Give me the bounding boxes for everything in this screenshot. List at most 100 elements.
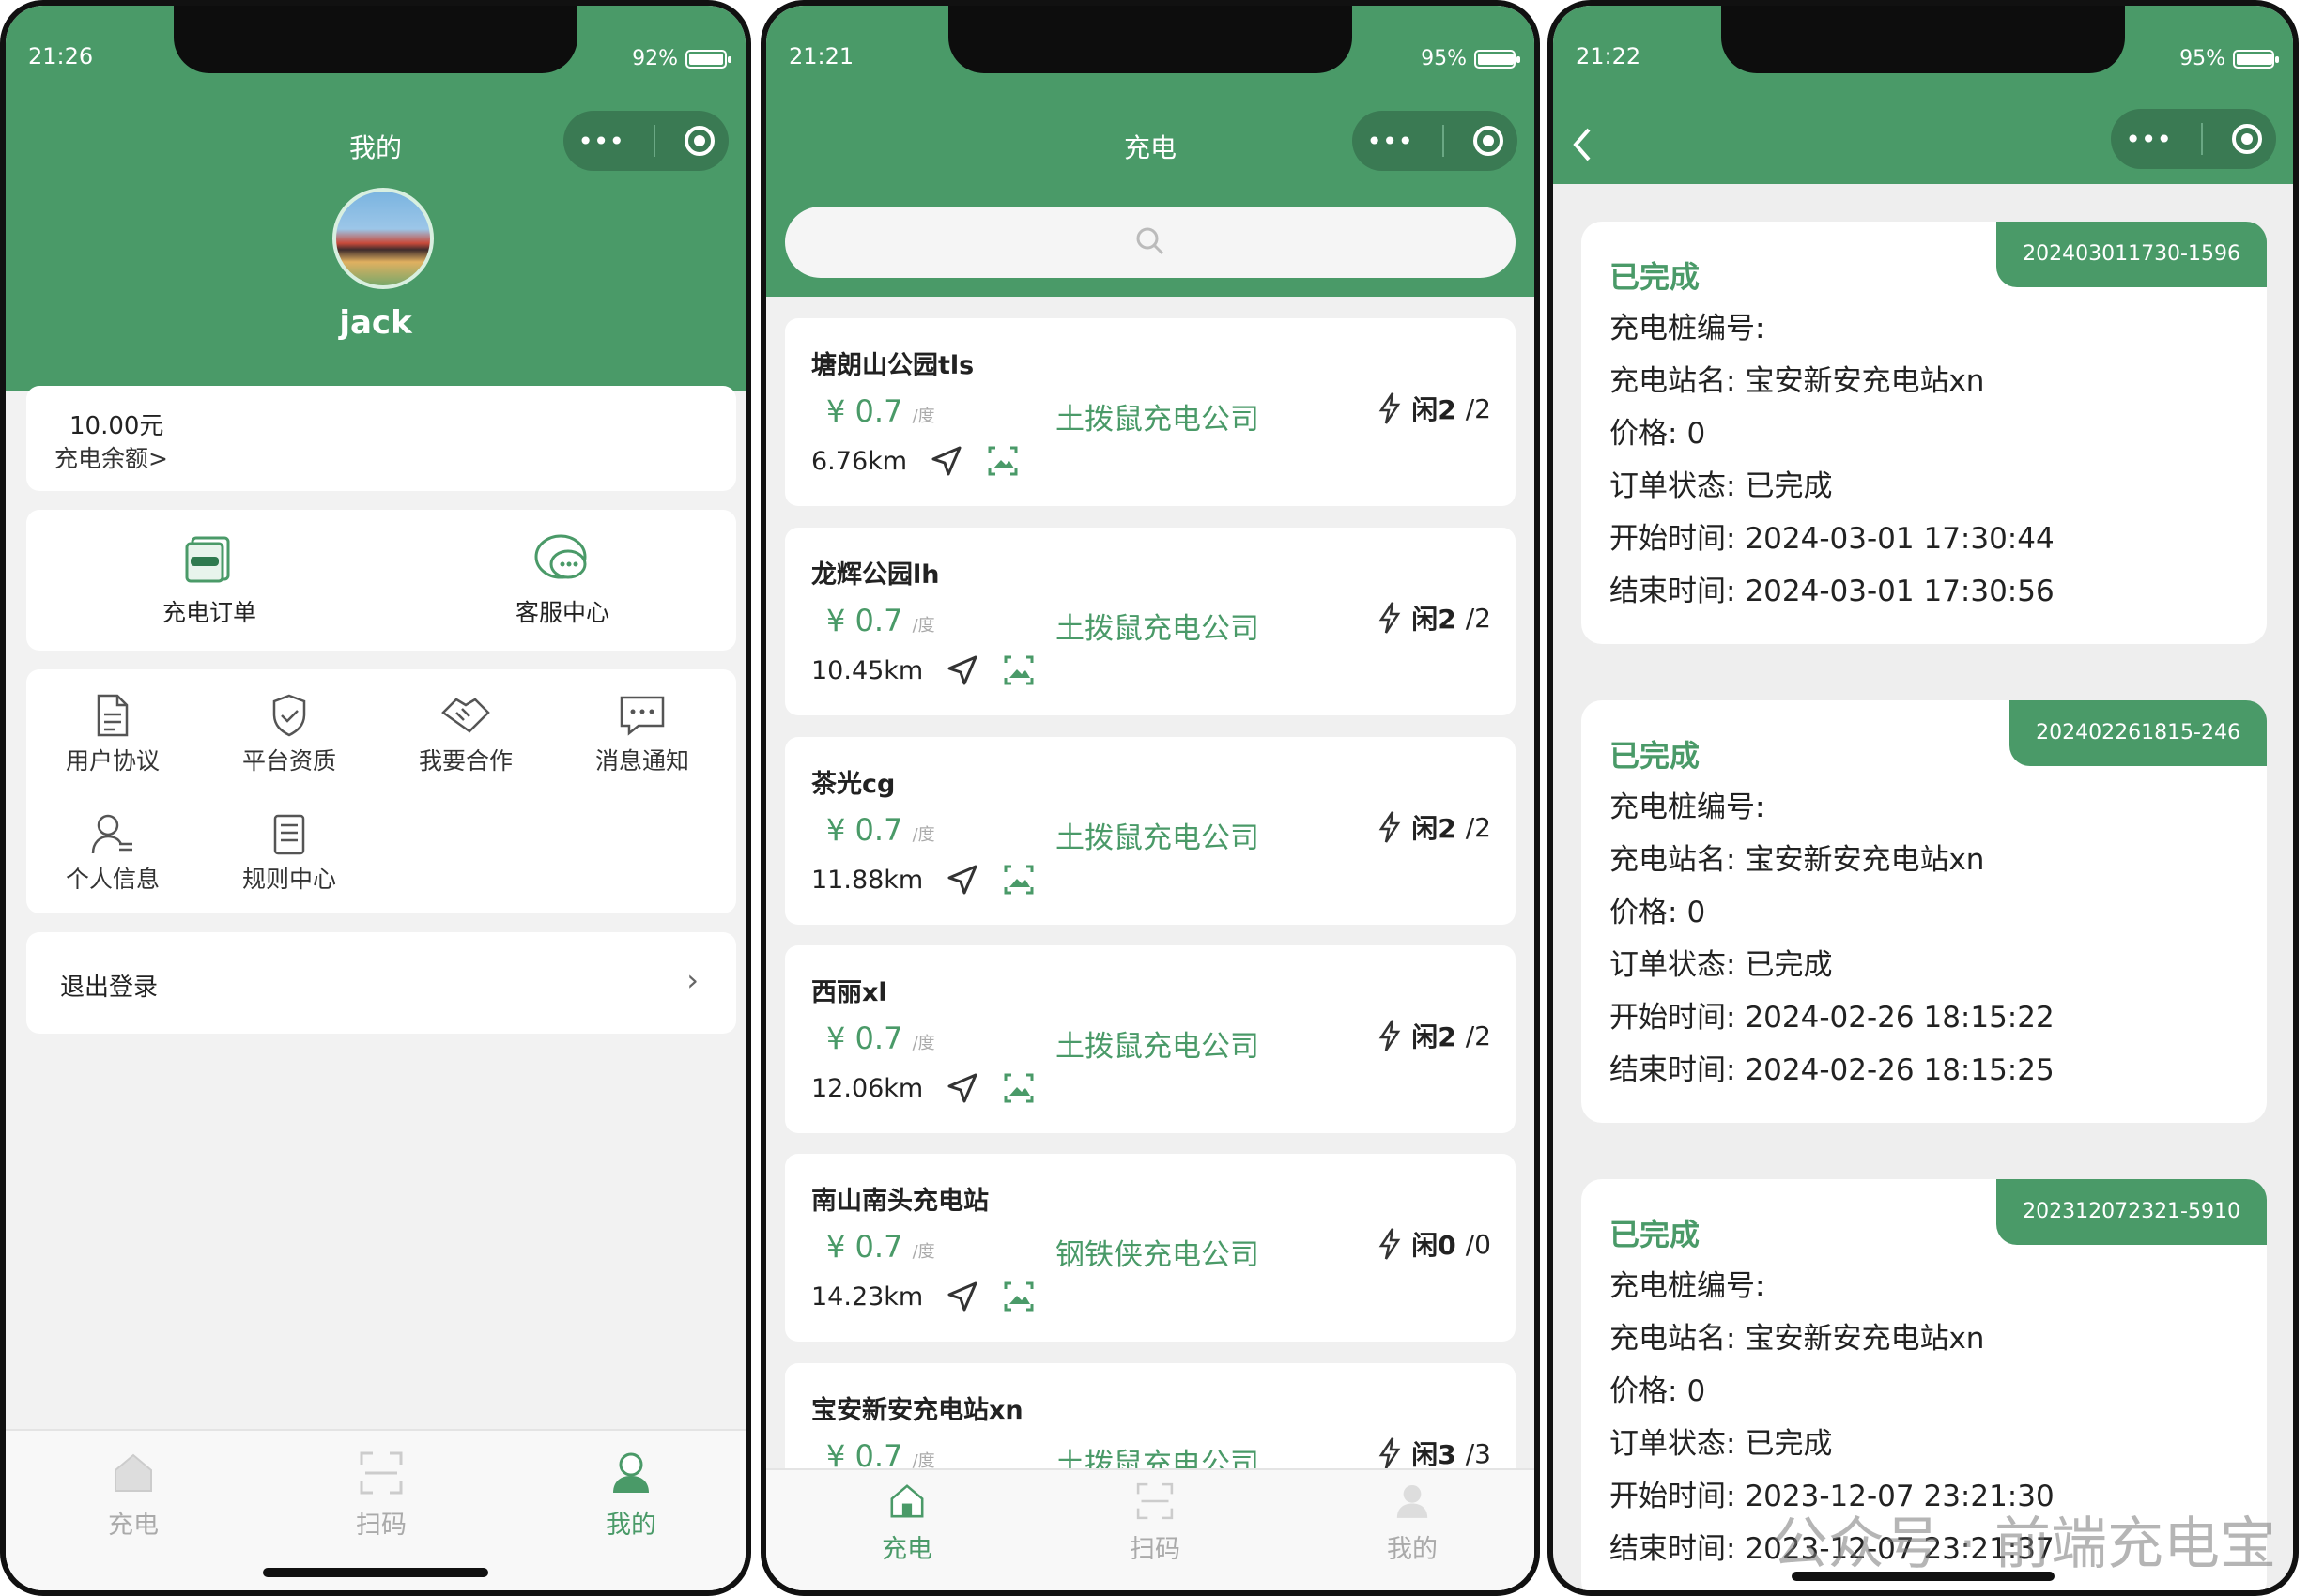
balance-card[interactable]: 10.00元 充电余额> [26,386,736,491]
station-card[interactable]: 塘朗山公园tls ¥ 0.7 /度 土拨鼠充电公司 闲2/2 6.76km [785,318,1516,506]
station-price: ¥ 0.7 /度 [826,1229,935,1265]
price-row: 价格: 0 [1609,417,1706,451]
handshake-icon [441,698,490,733]
charging-orders-label: 充电订单 [162,599,256,626]
search-icon [1136,227,1164,255]
navigate-icon[interactable] [946,863,979,897]
scan-icon [1136,1482,1174,1520]
station-distance-row: 14.23km [811,1280,1036,1313]
station-price: ¥ 0.7 /度 [826,812,935,848]
price-row: 价格: 0 [1609,1374,1706,1408]
order-list-icon [185,536,230,583]
phone-profile-screen: 21:26 92% ••• 我的 jack 10.00元 充电余额> 充电订单 … [0,0,751,1596]
user-icon [91,814,132,854]
order-state-row: 订单状态: 已完成 [1609,1427,1833,1461]
status-bar: 21:22 95% [1553,6,2293,109]
menu-grid-card: 用户协议 平台资质 我要合作 消息通知 个人信息 规则中心 [26,669,736,913]
lightning-icon [1378,1020,1401,1051]
message-icon [620,696,665,736]
phone-orders-screen: 21:22 95% ••• 202403011730-1596 已完成 充电桩编号:… [1547,0,2299,1596]
navigate-icon[interactable] [946,653,979,687]
start-time-row: 开始时间: 2024-02-26 18:15:22 [1609,1001,2055,1035]
mini-program-capsule[interactable]: ••• [2111,109,2276,169]
home-icon [115,1453,152,1492]
tab-mine[interactable]: 我的 [1356,1480,1469,1565]
station-availability: 闲2/2 [1377,599,1491,637]
station-distance-row: 12.06km [811,1071,1036,1105]
home-icon [890,1484,924,1518]
navigate-icon[interactable] [930,444,963,478]
station-distance: 11.88km [811,865,924,895]
station-distance: 14.23km [811,1281,924,1312]
station-image-icon[interactable] [1002,1071,1036,1105]
navigate-icon[interactable] [946,1280,979,1313]
lightning-icon [1378,1228,1401,1260]
chevron-left-icon[interactable] [1566,124,1600,165]
station-availability: 闲3/3 [1377,1435,1491,1472]
station-distance: 12.06km [811,1073,924,1103]
navigate-icon[interactable] [946,1071,979,1105]
station-company: 土拨鼠充电公司 [1055,821,1259,855]
order-number-badge: 202312072321-5910 [1996,1179,2267,1245]
battery-status: 95% [1421,47,1520,70]
station-image-icon[interactable] [986,444,1020,478]
tab-charge[interactable]: 充电 [77,1448,190,1541]
station-price: ¥ 0.7 /度 [826,1021,935,1056]
tab-bar: 充电 扫码 我的 [766,1468,1534,1590]
station-name-row: 充电站名: 宝安新安充电站xn [1609,1322,1985,1356]
tab-scan[interactable]: 扫码 [325,1448,438,1541]
end-time-row: 结束时间: 2024-02-26 18:15:25 [1609,1053,2055,1087]
customer-service-button[interactable]: 客服中心 [483,530,642,628]
avatar[interactable] [332,188,434,289]
station-company: 土拨鼠充电公司 [1055,1030,1259,1064]
tab-mine[interactable]: 我的 [575,1448,687,1541]
station-card[interactable]: 龙辉公园lh ¥ 0.7 /度 土拨鼠充电公司 闲2/2 10.45km [785,528,1516,715]
menu-user-agreement[interactable]: 用户协议 [47,692,178,776]
station-company: 钢铁侠充电公司 [1055,1238,1259,1272]
battery-icon [685,49,731,69]
battery-status: 92% [632,47,731,70]
tab-scan[interactable]: 扫码 [1099,1480,1211,1565]
station-name-row: 充电站名: 宝安新安充电站xn [1609,843,1985,877]
status-time: 21:26 [28,43,94,69]
station-availability: 闲0/0 [1377,1225,1491,1263]
station-image-icon[interactable] [1002,653,1036,687]
order-status-title: 已完成 [1609,259,1701,295]
lightning-icon [1378,811,1401,843]
station-card[interactable]: 西丽xl ¥ 0.7 /度 土拨鼠充电公司 闲2/2 12.06km [785,945,1516,1133]
menu-message-notification[interactable]: 消息通知 [577,692,708,776]
menu-personal-info[interactable]: 个人信息 [47,810,178,895]
station-image-icon[interactable] [1002,1280,1036,1313]
profile-icon [613,1452,649,1493]
search-input[interactable] [785,207,1516,278]
balance-amount: 10.00元 [69,412,164,440]
station-availability: 闲2/2 [1377,808,1491,846]
record-icon[interactable] [2231,124,2262,154]
lightning-icon [1378,392,1401,424]
username: jack [339,304,412,342]
balance-label[interactable]: 充电余额> [54,440,168,474]
station-card[interactable]: 南山南头充电站 ¥ 0.7 /度 钢铁侠充电公司 闲0/0 14.23km [785,1154,1516,1342]
order-status-title: 已完成 [1609,738,1701,774]
station-distance-row: 6.76km [811,444,1020,478]
station-distance-row: 10.45km [811,653,1036,687]
phone-charge-screen: 21:21 95% ••• 充电 塘朗山公园tls ¥ 0.7 /度 土拨鼠充电公司… [761,0,1540,1596]
menu-cooperation[interactable]: 我要合作 [400,692,531,776]
logout-row[interactable]: 退出登录 › [26,932,736,1034]
order-card[interactable]: 202403011730-1596 已完成 充电桩编号: 充电站名: 宝安新安充电站xn… [1581,222,2267,644]
menu-rules-center[interactable]: 规则中心 [223,810,355,895]
document-icon [97,694,129,737]
more-dots-icon[interactable]: ••• [2125,124,2172,155]
menu-platform-qualification[interactable]: 平台资质 [223,692,355,776]
station-image-icon[interactable] [1002,863,1036,897]
charging-orders-button[interactable]: 充电订单 [130,530,289,628]
battery-status: 95% [2179,47,2279,70]
tab-charge[interactable]: 充电 [851,1480,963,1565]
station-card[interactable]: 茶光cg ¥ 0.7 /度 土拨鼠充电公司 闲2/2 11.88km [785,737,1516,925]
rules-icon [273,814,305,855]
order-status-title: 已完成 [1609,1217,1701,1252]
order-card[interactable]: 202402261815-246 已完成 充电桩编号: 充电站名: 宝安新安充电站xn 价… [1581,700,2267,1123]
watermark: 公众号 · 前端充电宝 [1771,1512,2276,1577]
profile-icon [1396,1484,1428,1518]
chevron-right-icon: › [686,962,699,998]
